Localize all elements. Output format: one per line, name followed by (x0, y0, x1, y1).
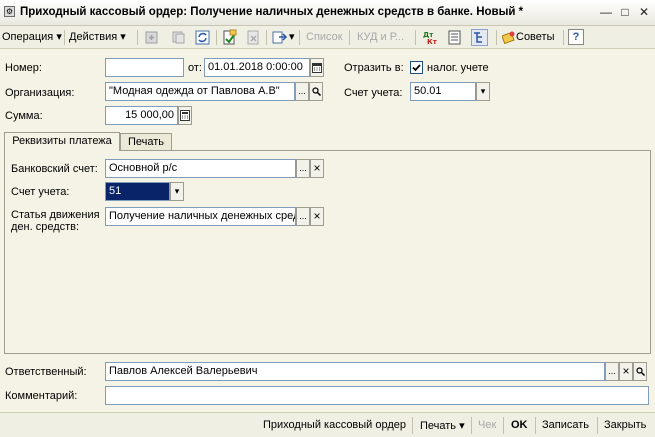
check-icon (412, 64, 421, 72)
toolbar-separator (137, 30, 138, 45)
tab-print[interactable]: Печать (120, 133, 172, 151)
clear-icon[interactable]: × (310, 159, 324, 178)
window-titlebar: ⚙ Приходный кассовый ордер: Получение на… (0, 0, 655, 26)
toolbar-separator (535, 417, 536, 434)
toolbar-separator (64, 30, 65, 45)
responsible-label: Ответственный: (5, 366, 87, 378)
add-icon[interactable] (143, 29, 160, 46)
cash-flow-label: Статья движения (11, 209, 100, 221)
comment-label: Комментарий: (5, 390, 78, 402)
bank-account-input[interactable]: Основной р/с (105, 159, 296, 178)
operation-menu[interactable]: Операция ▾ (2, 29, 62, 46)
search-icon[interactable] (309, 82, 323, 101)
toolbar-separator (349, 30, 350, 45)
chevron-down-icon: ▾ (459, 420, 465, 432)
select-button[interactable]: ... (296, 159, 310, 178)
payment-account-value: 51 (106, 183, 169, 200)
organization-label: Организация: (5, 87, 75, 99)
kudir-button[interactable]: КУД и Р... (357, 29, 404, 46)
payment-account-input[interactable]: 51 (105, 182, 170, 201)
close-form-button[interactable]: Закрыть (604, 419, 646, 431)
chevron-down-icon[interactable]: ▾ (170, 182, 184, 201)
receipt-button[interactable]: Чек (478, 419, 496, 431)
account-input[interactable]: 50.01 (410, 82, 476, 101)
number-label: Номер: (5, 62, 42, 74)
save-button[interactable]: Записать (542, 419, 589, 431)
chevron-down-icon[interactable]: ▾ (289, 29, 295, 46)
toolbar-separator (563, 30, 564, 45)
tips-icon (501, 30, 516, 45)
based-on-icon[interactable] (271, 29, 288, 46)
print-menu[interactable]: Печать ▾ (420, 419, 465, 432)
date-input[interactable]: 01.01.2018 0:00:00 (204, 58, 310, 77)
refresh-icon[interactable] (194, 29, 211, 46)
clear-icon[interactable]: × (619, 362, 633, 381)
organization-input[interactable]: "Модная одежда от Павлова А.В" (105, 82, 295, 101)
number-input[interactable] (105, 58, 184, 77)
cash-flow-input[interactable]: Получение наличных денежных сред (105, 207, 296, 226)
toolbar-separator (471, 417, 472, 434)
clear-icon[interactable]: × (310, 207, 324, 226)
tax-accounting-checkbox[interactable] (410, 61, 423, 74)
window-title: Приходный кассовый ордер: Получение нали… (20, 6, 524, 18)
maximize-button[interactable]: □ (617, 4, 633, 20)
toolbar-separator (216, 30, 217, 45)
toolbar-separator (415, 30, 416, 45)
responsible-input[interactable]: Павлов Алексей Валерьевич (105, 362, 605, 381)
bank-account-label: Банковский счет: (11, 163, 98, 175)
post-document-icon[interactable] (221, 29, 238, 46)
select-button[interactable]: ... (605, 362, 619, 381)
copy-icon[interactable] (170, 29, 187, 46)
tax-accounting-label: налог. учете (427, 62, 489, 74)
minimize-button[interactable]: — (598, 4, 614, 20)
toolbar-separator (597, 417, 598, 434)
document-journal-icon[interactable] (446, 29, 463, 46)
reflect-label: Отразить в: (344, 62, 404, 74)
sum-label: Сумма: (5, 110, 43, 122)
tab-payment-details[interactable]: Реквизиты платежа (4, 132, 120, 151)
toolbar-separator (412, 417, 413, 434)
select-button[interactable]: ... (296, 207, 310, 226)
account-label: Счет учета: (344, 87, 403, 99)
dt-kt-icon[interactable]: Дт Кт (421, 29, 438, 46)
chevron-down-icon: ▾ (56, 31, 62, 43)
unpost-document-icon[interactable] (245, 29, 262, 46)
list-button[interactable]: Список (306, 29, 343, 46)
structure-icon[interactable] (471, 29, 488, 46)
comment-input[interactable] (105, 386, 649, 405)
select-button[interactable]: ... (295, 82, 309, 101)
cash-flow-label-2: ден. средств: (11, 221, 80, 233)
tab-panel (4, 150, 651, 354)
toolbar-separator (299, 30, 300, 45)
tips-button[interactable]: Советы (501, 29, 554, 46)
chevron-down-icon: ▾ (120, 31, 126, 43)
sum-input[interactable]: 15 000,00 (105, 106, 178, 125)
app-icon: ⚙ (4, 6, 15, 17)
calendar-icon[interactable] (310, 58, 324, 77)
actions-menu[interactable]: Действия ▾ (69, 29, 126, 46)
toolbar: Операция ▾ Действия ▾ ▾ Список КУД и Р..… (0, 26, 655, 49)
ok-button[interactable]: OK (511, 419, 528, 431)
kt-label: Кт (427, 38, 438, 46)
date-label: от: (188, 62, 202, 74)
search-icon[interactable] (633, 362, 647, 381)
calculator-icon[interactable] (178, 106, 192, 125)
action-bar: Приходный кассовый ордер Печать ▾ Чек OK… (0, 412, 655, 437)
toolbar-separator (266, 30, 267, 45)
close-button[interactable]: ✕ (636, 4, 652, 20)
payment-account-label: Счет учета: (11, 186, 70, 198)
toolbar-separator (496, 30, 497, 45)
doc-print-button[interactable]: Приходный кассовый ордер (263, 419, 406, 431)
toolbar-separator (503, 417, 504, 434)
help-button[interactable]: ? (568, 29, 584, 45)
chevron-down-icon[interactable]: ▾ (476, 82, 490, 101)
